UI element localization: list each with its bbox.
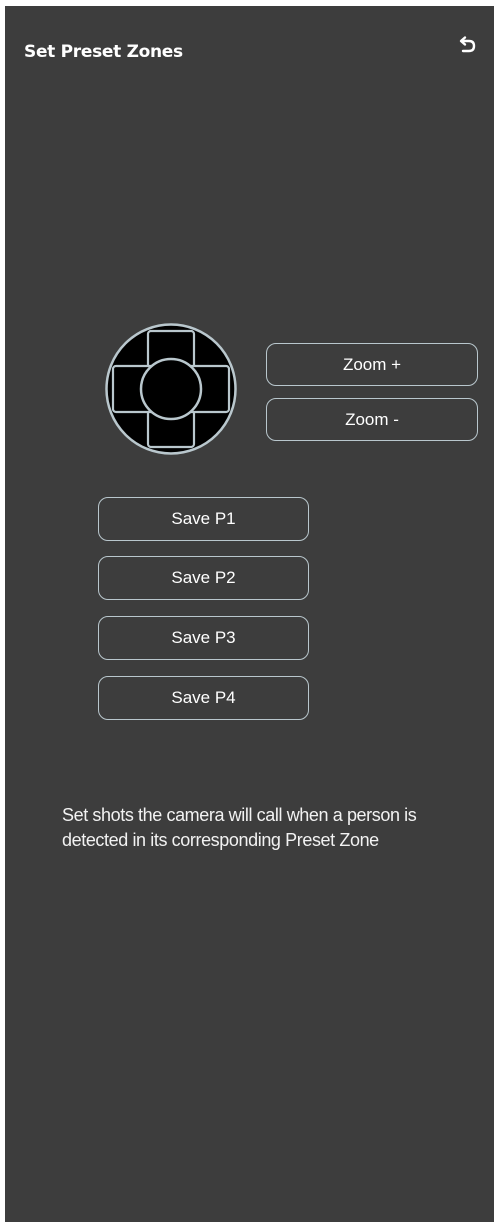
zoom-in-button[interactable]: Zoom + [266, 343, 478, 386]
joystick-center-button[interactable] [139, 357, 203, 421]
save-preset-p3-button[interactable]: Save P3 [98, 616, 309, 660]
save-preset-p4-button[interactable]: Save P4 [98, 676, 309, 720]
undo-arrow-icon [459, 36, 476, 53]
preset-zones-panel: Set Preset Zones Zoom + Zoom - Save P1 S… [5, 6, 494, 1222]
zoom-out-button[interactable]: Zoom - [266, 398, 478, 441]
back-button[interactable] [454, 34, 480, 60]
ptz-joystick[interactable] [104, 322, 238, 456]
save-preset-p1-button[interactable]: Save P1 [98, 497, 309, 541]
page-title: Set Preset Zones [24, 42, 183, 62]
save-preset-p2-button[interactable]: Save P2 [98, 556, 309, 600]
preset-zone-description: Set shots the camera will call when a pe… [62, 805, 417, 850]
dpad-joystick-icon [105, 323, 237, 455]
